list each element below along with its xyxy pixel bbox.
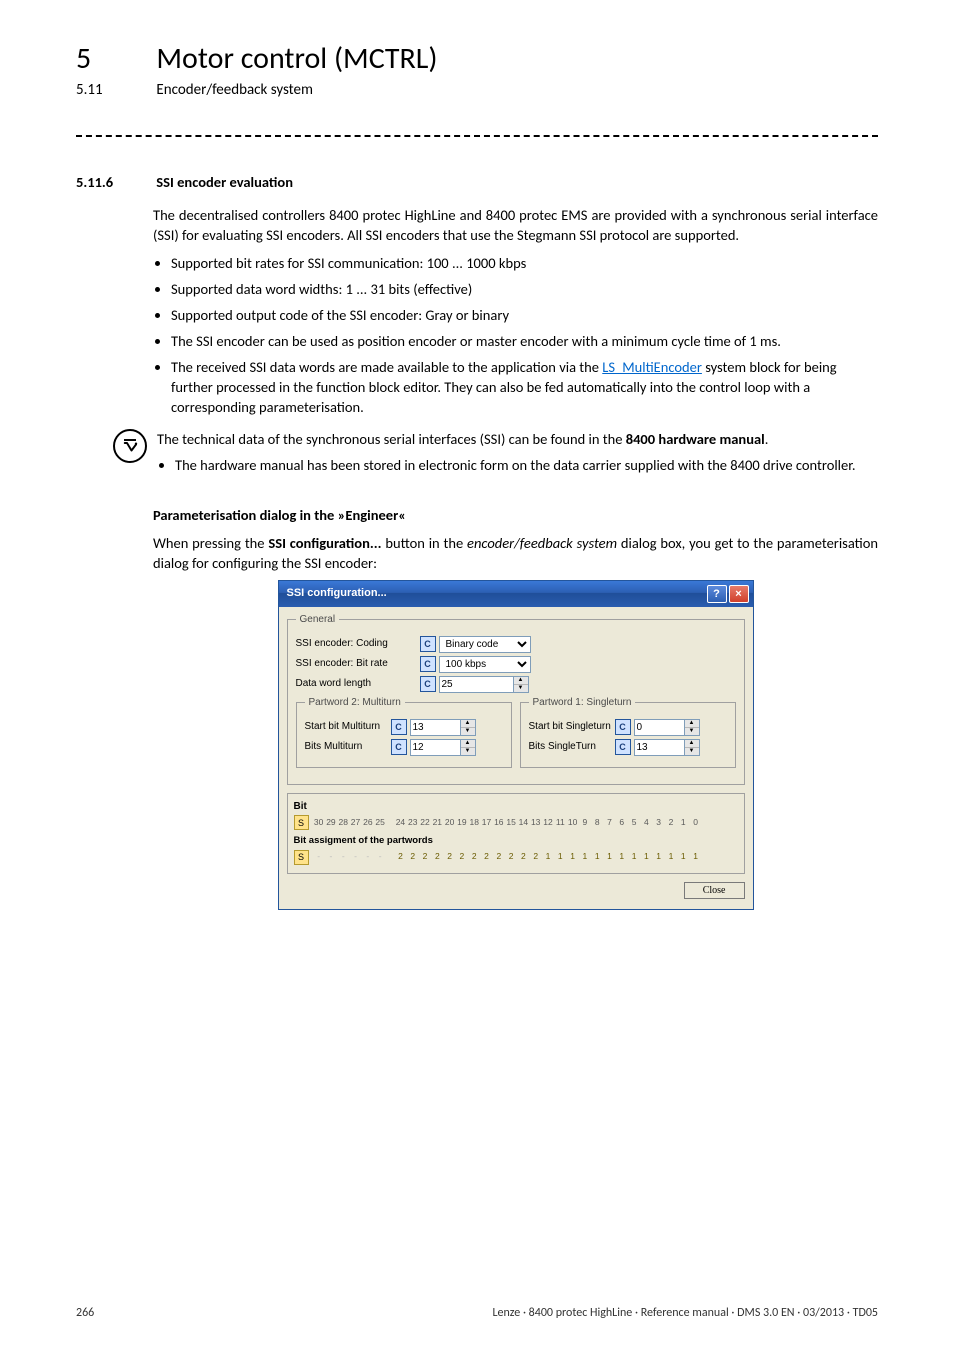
list-item: Supported output code of the SSI encoder… [171,305,878,325]
s-badge: S [294,850,309,865]
bits-multi-input[interactable] [410,739,460,756]
section-title: Encoder/feedback system [156,81,313,99]
param-c-icon[interactable]: C [391,719,407,735]
chevron-up-icon[interactable]: ▲ [685,720,699,728]
chapter-line: 5 Motor control (MCTRL) [76,40,878,77]
param-c-icon[interactable]: C [420,656,436,672]
dialog-help-button[interactable]: ? [707,585,727,603]
bits-multi-label: Bits Multiturn [305,740,391,754]
footer-text: Lenze · 8400 protec HighLine · Reference… [492,1306,878,1320]
spinner-buttons[interactable]: ▲▼ [460,739,476,756]
subsection-title: SSI encoder evaluation [156,173,293,191]
startbit-multi-input[interactable] [410,719,460,736]
spinner-buttons[interactable]: ▲▼ [513,676,529,693]
ssi-config-dialog: SSI configuration... ? × General SSI enc… [279,581,753,909]
bitrate-label: SSI encoder: Bit rate [296,657,420,671]
dataword-input[interactable] [439,676,513,693]
partword1-group: Partword 1: Singleturn Start bit Singlet… [520,696,736,768]
subsection-heading: 5.11.6 SSI encoder evaluation [76,173,878,191]
dialog-title: SSI configuration... [287,586,387,601]
param-c-icon[interactable]: C [615,719,631,735]
note-icon [113,429,147,463]
partword2-legend: Partword 2: Multiturn [305,696,405,710]
note-text: The technical data of the synchronous se… [157,429,878,481]
intro-paragraph: The decentralised controllers 8400 prote… [153,205,878,245]
spinner-buttons[interactable]: ▲▼ [460,719,476,736]
startbit-single-input[interactable] [634,719,684,736]
param-c-icon[interactable]: C [420,636,436,652]
general-legend: General [296,613,340,627]
page-number: 266 [76,1306,94,1320]
list-item: Supported bit rates for SSI communicatio… [171,253,878,273]
bits-single-label: Bits SingleTurn [529,740,615,754]
ls-multiencoder-link[interactable]: LS_MultiEncoder [602,358,702,376]
chevron-down-icon[interactable]: ▼ [514,685,528,692]
bit-index-row: S 30292827262524232221201918171615141312… [294,815,738,830]
section-line: 5.11 Encoder/feedback system [76,81,878,99]
chapter-number: 5 [76,40,153,77]
list-item: Supported data word widths: 1 ... 31 bit… [171,279,878,299]
divider [76,135,878,137]
param-dialog-heading: Parameterisation dialog in the »Engineer… [153,505,878,525]
chevron-down-icon[interactable]: ▼ [685,728,699,735]
startbit-single-label: Start bit Singleturn [529,720,615,734]
spinner-buttons[interactable]: ▲▼ [684,739,700,756]
dataword-label: Data word length [296,677,420,691]
s-badge: S [294,815,309,830]
partword2-group: Partword 2: Multiturn Start bit Multitur… [296,696,512,768]
bit-group: Bit S 3029282726252423222120191817161514… [287,793,745,874]
param-dialog-intro: When pressing the SSI configuration... b… [153,533,878,573]
param-c-icon[interactable]: C [615,739,631,755]
bit-assignment-values: ------2222222222221111111111111 [313,851,702,863]
bit-numbers: 3029282726252423222120191817161514131211… [313,817,702,829]
bit-title: Bit [294,800,738,814]
chevron-up-icon[interactable]: ▲ [514,677,528,685]
list-item: The received SSI data words are made ava… [171,357,878,417]
bit-assignment-row: S ------2222222222221111111111111 [294,850,738,865]
chevron-up-icon[interactable]: ▲ [461,740,475,748]
close-icon[interactable]: × [729,585,749,603]
param-c-icon[interactable]: C [420,676,436,692]
coding-select[interactable]: Binary code [439,636,531,653]
dialog-titlebar[interactable]: SSI configuration... ? × [279,581,753,607]
chevron-up-icon[interactable]: ▲ [685,740,699,748]
partword1-legend: Partword 1: Singleturn [529,696,636,710]
chevron-down-icon[interactable]: ▼ [461,748,475,755]
chevron-up-icon[interactable]: ▲ [461,720,475,728]
general-group: General SSI encoder: Coding C Binary cod… [287,613,745,785]
list-item: The SSI encoder can be used as position … [171,331,878,351]
page-footer: 266 Lenze · 8400 protec HighLine · Refer… [76,1306,878,1320]
close-button[interactable]: Close [684,882,745,899]
bitrate-select[interactable]: 100 kbps [439,656,531,673]
bit-assignment-label: Bit assigment of the partwords [294,834,738,847]
chevron-down-icon[interactable]: ▼ [461,728,475,735]
chapter-title: Motor control (MCTRL) [156,40,437,77]
bits-single-input[interactable] [634,739,684,756]
chevron-down-icon[interactable]: ▼ [685,748,699,755]
startbit-multi-label: Start bit Multiturn [305,720,391,734]
param-c-icon[interactable]: C [391,739,407,755]
feature-list: Supported bit rates for SSI communicatio… [153,253,878,417]
subsection-number: 5.11.6 [76,173,153,191]
spinner-buttons[interactable]: ▲▼ [684,719,700,736]
section-number: 5.11 [76,81,153,99]
coding-label: SSI encoder: Coding [296,637,420,651]
note-sub-item: The hardware manual has been stored in e… [175,455,878,475]
